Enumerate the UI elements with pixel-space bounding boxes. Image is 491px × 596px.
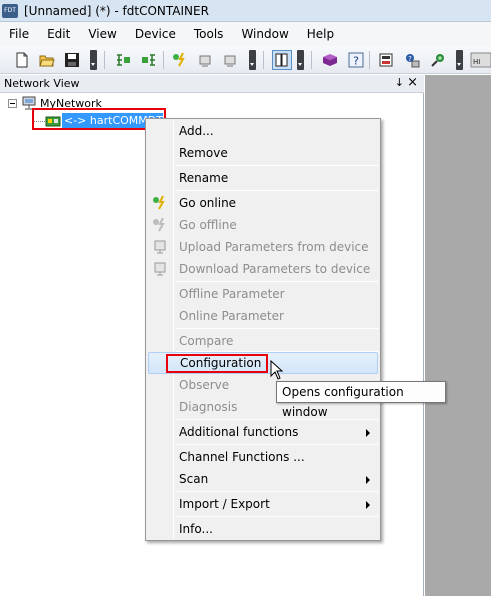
svg-text:HI: HI [473,58,480,66]
mouse-cursor-icon [270,360,284,380]
toolbar-dropdown[interactable] [456,50,463,70]
pin-icon[interactable]: ↓ [395,76,404,89]
menu-item-remove[interactable]: Remove [148,142,378,164]
menu-view[interactable]: View [79,22,125,46]
menu-item-compare[interactable]: Compare [148,330,378,352]
menu-item-download-parameters[interactable]: Download Parameters to device [148,258,378,280]
add-device-icon[interactable] [115,52,131,68]
submenu-arrow-icon [366,501,370,509]
panel-header: Network View ↓ × [0,75,424,93]
toolbar-dropdown[interactable] [249,50,256,70]
download-icon[interactable] [222,52,238,68]
window-title: [Unnamed] (*) - fdtCONTAINER [24,3,209,18]
toolbar-dropdown[interactable] [297,50,304,70]
download-icon [154,262,166,276]
go-offline-icon [153,217,165,232]
menu-item-offline-parameter[interactable]: Offline Parameter [148,283,378,305]
menu-item-info[interactable]: Info... [148,518,378,540]
menu-device[interactable]: Device [126,22,185,46]
menu-help[interactable]: Help [298,22,343,46]
title-bar: FDT [Unnamed] (*) - fdtCONTAINER [0,0,491,22]
menu-item-online-parameter[interactable]: Online Parameter [148,305,378,327]
app-icon: FDT [2,3,18,18]
menu-tools[interactable]: Tools [185,22,233,46]
menu-bar: File Edit View Device Tools Window Help [0,22,491,46]
submenu-arrow-icon [366,429,370,437]
menu-item-go-online[interactable]: Go online [148,192,378,214]
menu-item-import-export[interactable]: Import / Export [148,493,378,515]
go-online-icon[interactable] [172,52,188,68]
go-online-icon [153,195,165,210]
context-menu: Add... Remove Rename Go online Go offlin… [145,118,381,541]
menu-item-additional-functions[interactable]: Additional functions [148,421,378,443]
svg-text:?: ? [353,55,359,68]
workspace-area [425,75,491,596]
menu-file[interactable]: File [0,22,38,46]
network-view-icon[interactable] [272,50,292,70]
collapse-icon[interactable] [8,98,17,108]
upload-icon[interactable] [197,52,213,68]
panel-title: Network View [4,77,80,90]
help-icon[interactable]: ? [348,52,364,68]
menu-item-channel-functions[interactable]: Channel Functions ... [148,446,378,468]
tooltip: Opens configuration window [276,381,446,419]
menu-item-go-offline[interactable]: Go offline [148,214,378,236]
hide-icon[interactable]: HI [470,52,491,68]
upload-icon [154,240,166,254]
close-icon[interactable]: × [407,75,418,90]
remove-device-icon[interactable] [141,52,157,68]
connect-icon[interactable] [430,52,446,68]
new-document-icon[interactable] [14,52,30,68]
menu-item-scan[interactable]: Scan [148,468,378,490]
menu-item-add[interactable]: Add... [148,120,378,142]
menu-item-rename[interactable]: Rename [148,167,378,189]
catalog-icon[interactable] [322,52,338,68]
settings-icon[interactable]: ? [404,52,420,68]
menu-edit[interactable]: Edit [38,22,79,46]
save-icon[interactable] [64,52,80,68]
open-folder-icon[interactable] [39,52,55,68]
submenu-arrow-icon [366,476,370,484]
toolbar-dropdown[interactable] [90,50,97,70]
configuration-highlight-box [166,354,268,373]
menu-item-upload-parameters[interactable]: Upload Parameters from device [148,236,378,258]
menu-window[interactable]: Window [232,22,297,46]
print-icon[interactable] [378,52,394,68]
toolbar: ? ? HI [0,46,491,74]
